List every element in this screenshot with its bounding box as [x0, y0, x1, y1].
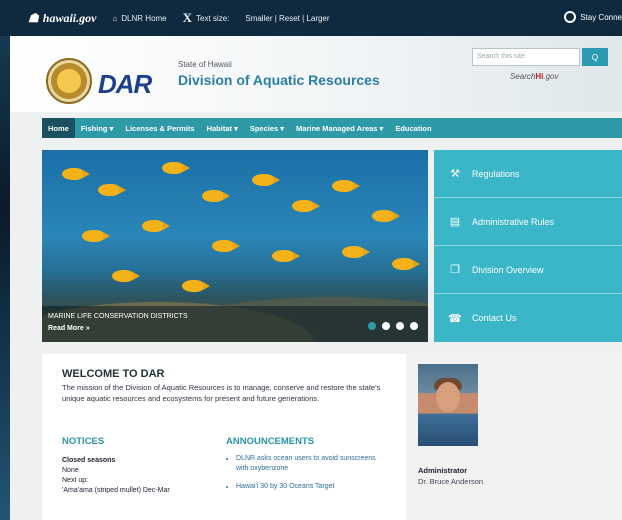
quick-links-panel: ⚒ Regulations ▤ Administrative Rules ❐ D… [434, 150, 622, 342]
fish-image [272, 250, 300, 262]
state-label: State of Hawaii [178, 60, 232, 69]
administrator-card: Administrator Dr. Bruce Anderson [406, 354, 622, 520]
quick-link-administrative-rules[interactable]: ▤ Administrative Rules [434, 198, 622, 246]
phone-icon: ☎ [448, 312, 462, 325]
fish-image [212, 240, 240, 252]
nav-fishing[interactable]: Fishing ▾ [75, 118, 120, 138]
top-bar: ☗ hawaii.gov ⌂ DLNR Home X Text size: Sm… [0, 0, 622, 36]
text-size-label: X Text size: [182, 10, 230, 25]
nav-marine-managed-areas[interactable]: Marine Managed Areas ▾ [290, 118, 389, 138]
welcome-section: WELCOME TO DAR The mission of the Divisi… [42, 354, 406, 520]
hero-caption: MARINE LIFE CONSERVATION DISTRICTS [48, 313, 188, 320]
home-icon: ⌂ [112, 13, 118, 23]
quick-link-regulations[interactable]: ⚒ Regulations [434, 150, 622, 198]
fish-image [142, 220, 170, 232]
fish-image [252, 174, 280, 186]
nav-species[interactable]: Species ▾ [244, 118, 290, 138]
fish-image [62, 168, 90, 180]
administrator-role: Administrator [418, 466, 468, 475]
site-title[interactable]: Division of Aquatic Resources [178, 72, 380, 88]
announcements-heading: ANNOUNCEMENTS [226, 436, 315, 447]
site-container: DAR State of Hawaii Division of Aquatic … [10, 36, 622, 520]
welcome-intro: The mission of the Division of Aquatic R… [62, 383, 381, 403]
fish-image [292, 200, 320, 212]
slide-dot-3[interactable] [396, 322, 404, 330]
copy-icon: ❐ [450, 264, 460, 276]
nav-licenses-permits[interactable]: Licenses & Permits [119, 118, 200, 138]
hawaii-logo-icon: ☗ [28, 10, 39, 25]
fish-image [98, 184, 126, 196]
fish-image [112, 270, 140, 282]
search-icon: Q [591, 52, 599, 62]
administrator-photo [418, 364, 478, 446]
notices-list: Closed seasons None Next up: 'Ama'ama (s… [62, 456, 170, 496]
text-size-controls[interactable]: Smaller | Reset | Larger [245, 14, 329, 23]
announcements-list: DLNR asks ocean users to avoid sunscreen… [236, 454, 386, 500]
search-hi-gov-logo[interactable]: SearchHi.gov [510, 72, 558, 81]
welcome-heading: WELCOME TO DAR [62, 368, 165, 380]
administrator-name: Dr. Bruce Anderson [418, 477, 484, 486]
fish-image [162, 162, 190, 174]
fish-image [372, 210, 400, 222]
fish-image [202, 190, 230, 202]
notice-item: Next up: [62, 477, 89, 484]
quick-link-division-overview[interactable]: ❐ Division Overview [434, 246, 622, 294]
nav-habitat[interactable]: Habitat ▾ [201, 118, 244, 138]
notice-item: None [62, 467, 79, 474]
notice-item: Closed seasons [62, 457, 116, 464]
quick-link-contact-us[interactable]: ☎ Contact Us [434, 294, 622, 342]
dar-logo[interactable]: DAR [98, 69, 152, 100]
fish-image [392, 258, 420, 270]
dlnr-home-link[interactable]: ⌂ DLNR Home [112, 14, 166, 23]
fish-image [332, 180, 360, 192]
read-more-link[interactable]: Read More » [48, 325, 90, 332]
notice-item: 'Ama'ama (striped mullet) Dec-Mar [62, 487, 170, 494]
nav-home[interactable]: Home [42, 118, 75, 138]
text-size-icon: X [182, 10, 193, 25]
hero-slider[interactable]: MARINE LIFE CONSERVATION DISTRICTS Read … [42, 150, 428, 342]
notices-heading: NOTICES [62, 436, 105, 447]
main-nav: Home Fishing ▾ Licenses & Permits Habita… [42, 118, 622, 138]
hawaii-gov-link[interactable]: ☗ hawaii.gov [28, 11, 96, 26]
slide-dot-4[interactable] [410, 322, 418, 330]
announcement-link[interactable]: DLNR asks ocean users to avoid sunscreen… [236, 454, 386, 474]
fish-image [82, 230, 110, 242]
state-seal-icon [46, 58, 92, 104]
fish-image [342, 246, 370, 258]
nav-education[interactable]: Education [389, 118, 437, 138]
search-input[interactable]: Search this site [472, 48, 580, 66]
announcement-link[interactable]: Hawai'i 30 by 30 Oceans Target [236, 482, 386, 492]
face-shape [436, 382, 460, 412]
globe-icon [564, 11, 577, 23]
stay-connected-link[interactable]: Stay Conne [564, 11, 622, 23]
slide-dot-2[interactable] [382, 322, 390, 330]
document-icon: ▤ [449, 216, 461, 228]
search-button[interactable]: Q [582, 48, 608, 66]
slider-dots [368, 322, 418, 330]
site-header: DAR State of Hawaii Division of Aquatic … [10, 36, 622, 112]
fish-image [182, 280, 210, 292]
slide-dot-1[interactable] [368, 322, 376, 330]
gavel-icon: ⚒ [450, 168, 460, 180]
